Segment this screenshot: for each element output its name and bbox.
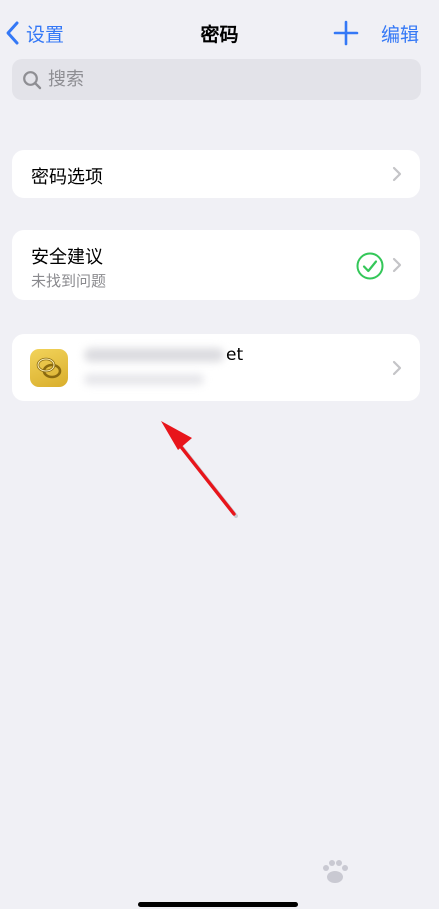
page-title: 密码 [200,24,239,46]
home-indicator[interactable] [138,902,298,907]
security-subtitle: 未找到问题 [31,272,107,290]
gold-rings-icon [36,357,62,379]
saved-password-row[interactable]: et [12,334,420,401]
security-recommendations-row[interactable]: 安全建议 未找到问题 [12,230,420,300]
security-title: 安全建议 [31,247,103,268]
paw-logo-icon [323,860,348,883]
app-icon [30,349,68,387]
edit-button[interactable]: 编辑 [381,20,419,47]
checkmark-circle-icon [356,252,384,280]
navigation-bar: 设置 密码 编辑 [0,0,439,58]
annotation-arrow-icon [161,421,238,518]
password-options-label: 密码选项 [31,167,103,188]
baidu-watermark [318,858,418,888]
plus-icon[interactable] [333,20,359,46]
chevron-right-icon [392,257,402,273]
search-input[interactable] [48,69,388,90]
passwords-screen: 设置 密码 编辑 密码选项 安全建议 未找到问题 [0,0,439,909]
redacted-site-name [84,348,224,362]
redacted-username [84,374,204,385]
chevron-right-icon [392,166,402,182]
search-bar[interactable] [12,59,421,100]
search-icon [23,70,42,89]
site-name-suffix: et [226,345,244,365]
chevron-right-icon [392,360,402,376]
password-options-row[interactable]: 密码选项 [12,150,420,198]
